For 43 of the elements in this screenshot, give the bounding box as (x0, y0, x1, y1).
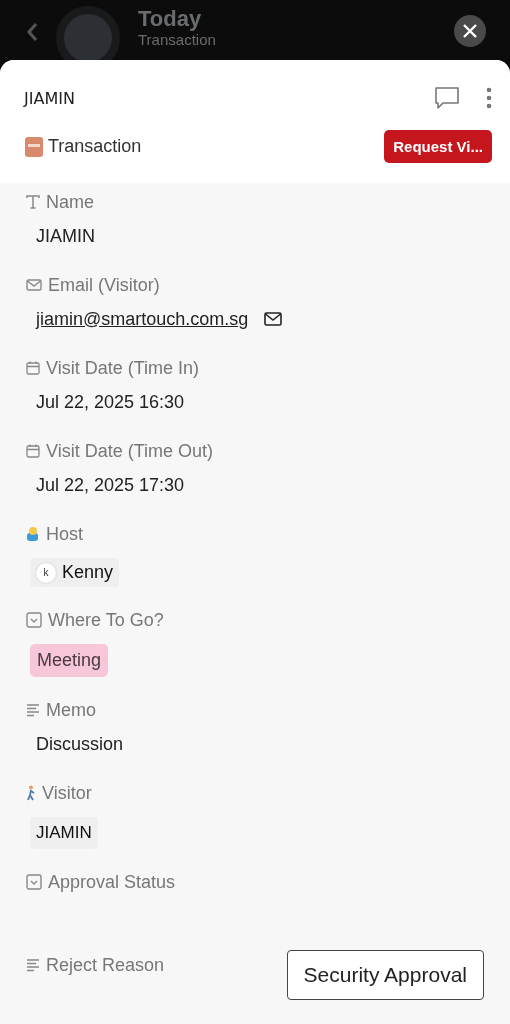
close-icon (462, 23, 478, 39)
database-name[interactable]: Transaction (48, 136, 142, 157)
person-chip[interactable]: k Kenny (30, 558, 120, 587)
back-icon[interactable] (26, 22, 38, 42)
person-name: Kenny (62, 562, 114, 583)
comment-icon[interactable] (434, 86, 460, 110)
record-title: JIAMIN (24, 88, 75, 108)
page-title: Today (138, 8, 203, 30)
property-label: Email (Visitor) (48, 274, 160, 296)
option-tag[interactable]: Meeting (30, 644, 109, 677)
more-icon[interactable] (486, 87, 492, 109)
calendar-icon (26, 361, 40, 375)
text-lines-icon (26, 958, 40, 972)
property-label: Visit Date (Time In) (46, 357, 200, 379)
property-label: Visitor (42, 782, 92, 804)
book-icon (24, 135, 44, 158)
dropdown-icon (26, 612, 42, 628)
property-label: Host (46, 523, 83, 545)
property-label: Approval Status (48, 871, 176, 893)
property-value[interactable]: Discussion (30, 733, 124, 755)
person-icon (26, 526, 40, 542)
security-approval-button[interactable]: Security Approval (286, 950, 484, 1000)
property-label: Name (46, 191, 94, 213)
property-label: Reject Reason (46, 954, 165, 976)
text-icon (26, 195, 40, 209)
mail-icon[interactable] (264, 312, 283, 326)
property-value[interactable]: JIAMIN (30, 225, 95, 247)
mail-icon (26, 279, 42, 291)
dropdown-icon (26, 874, 42, 890)
calendar-icon (26, 444, 40, 458)
property-value[interactable]: Jul 22, 2025 16:30 (30, 391, 185, 413)
property-label: Memo (46, 699, 96, 721)
page-subtitle: Transaction (138, 32, 216, 47)
request-button[interactable]: Request Vi... (384, 130, 492, 163)
property-label: Where To Go? (48, 609, 164, 631)
relation-chip[interactable]: JIAMIN (30, 817, 98, 849)
property-label: Visit Date (Time Out) (46, 440, 214, 462)
text-lines-icon (26, 703, 40, 717)
avatar: k (36, 562, 56, 583)
walking-person-icon (26, 785, 36, 801)
property-value[interactable]: Jul 22, 2025 17:30 (30, 474, 185, 496)
email-link[interactable]: jiamin@smartouch.com.sg (30, 308, 249, 330)
close-button[interactable] (454, 15, 486, 47)
